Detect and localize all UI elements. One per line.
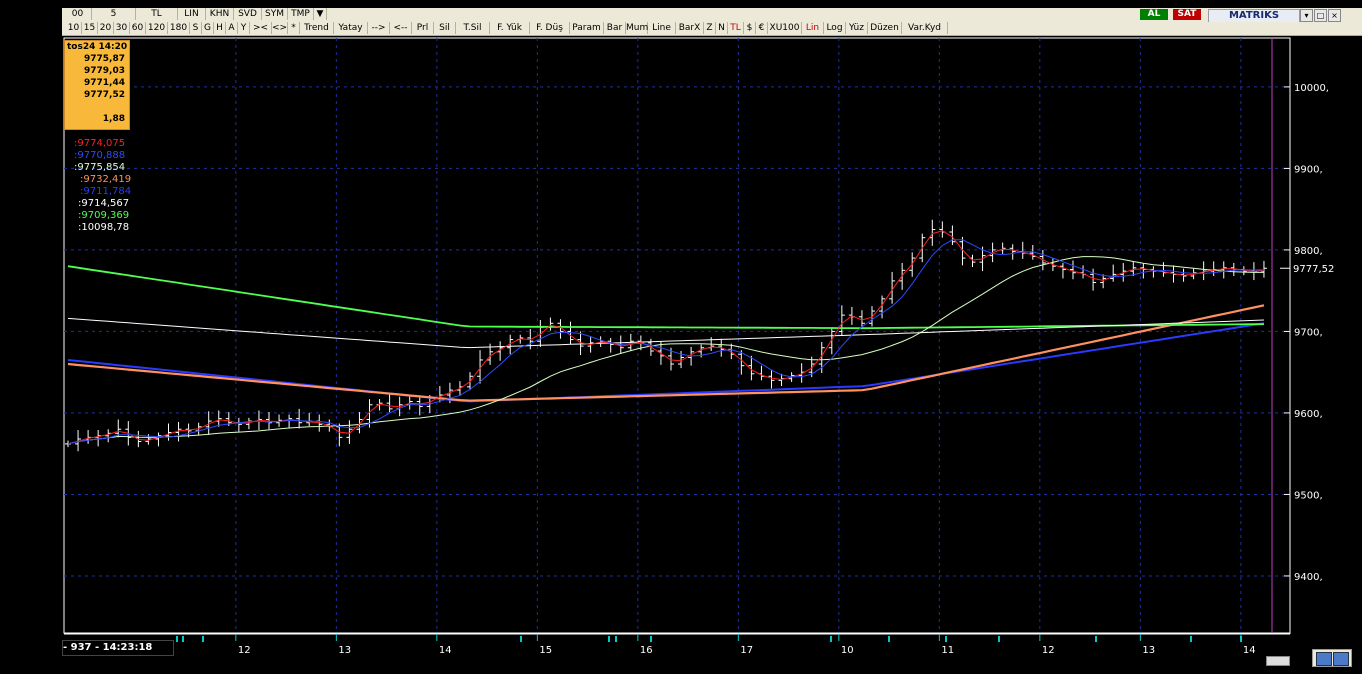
session-marker <box>650 636 652 642</box>
y-tick-label: 9400, <box>1294 572 1323 583</box>
y-tick-label: 10000, <box>1294 83 1329 94</box>
x-tick-label: 13 <box>338 645 351 656</box>
indicator-value-7: :10098,78 <box>78 222 130 233</box>
session-marker <box>1190 636 1192 642</box>
status-bar: - 937 - 14:23:18 <box>62 640 174 656</box>
session-marker <box>202 636 204 642</box>
session-marker <box>945 636 947 642</box>
price-chart[interactable]: 9400, 9500, 9600, 9700, 9800, 9900, 10000, 12 13… <box>0 0 1362 674</box>
y-tick-label: 9900, <box>1294 164 1323 175</box>
info-close: 9777,52 <box>84 90 125 100</box>
session-marker <box>182 636 184 642</box>
plot-area[interactable] <box>63 37 1291 634</box>
session-marker <box>615 636 617 642</box>
x-tick-label: 13 <box>1142 645 1155 656</box>
session-marker <box>1240 636 1242 642</box>
last-price-label: 9777,52 <box>1293 264 1334 275</box>
indicator-value-2: :9775,854 <box>74 162 126 173</box>
bottom-tools <box>1312 649 1352 667</box>
indicator-value-4: :9711,784 <box>80 186 132 197</box>
x-tick-label: 16 <box>640 645 653 656</box>
x-tick-label: 10 <box>841 645 854 656</box>
info-open: 9775,87 <box>84 54 125 64</box>
y-tick-label: 9500, <box>1294 490 1323 501</box>
session-marker <box>1095 636 1097 642</box>
y-tick-label: 9700, <box>1294 327 1323 338</box>
indicator-value-3: :9732,419 <box>80 174 132 185</box>
info-datetime: tos24 14:20 <box>67 42 128 52</box>
indicator-value-0: :9774,075 <box>74 138 126 149</box>
x-tick-label: 14 <box>439 645 452 656</box>
x-tick-label: 14 <box>1243 645 1256 656</box>
info-change: 1,88 <box>102 114 125 124</box>
x-tick-label: 12 <box>238 645 251 656</box>
indicator-value-5: :9714,567 <box>78 198 130 209</box>
y-tick-label: 9600, <box>1294 409 1323 420</box>
session-marker <box>520 636 522 642</box>
session-marker <box>888 636 890 642</box>
indicator-value-1: :9770,888 <box>74 150 126 161</box>
info-low: 9771,44 <box>84 78 125 88</box>
session-marker <box>608 636 610 642</box>
info-high: 9779,03 <box>84 66 125 76</box>
session-marker <box>830 636 832 642</box>
session-marker <box>998 636 1000 642</box>
chart-settings-icon[interactable] <box>1333 652 1349 666</box>
x-tick-label: 12 <box>1042 645 1055 656</box>
x-tick-label: 15 <box>539 645 552 656</box>
indicator-value-6: :9709,369 <box>78 210 130 221</box>
horizontal-scrollbar[interactable] <box>1266 656 1290 666</box>
refresh-icon[interactable] <box>1316 652 1332 666</box>
ohlc-info-box: tos24 14:20 9775,87 9779,03 9771,44 9777… <box>64 40 130 130</box>
x-tick-label: 17 <box>740 645 753 656</box>
x-tick-label: 11 <box>941 645 954 656</box>
session-marker <box>176 636 178 642</box>
y-tick-label: 9800, <box>1294 246 1323 257</box>
